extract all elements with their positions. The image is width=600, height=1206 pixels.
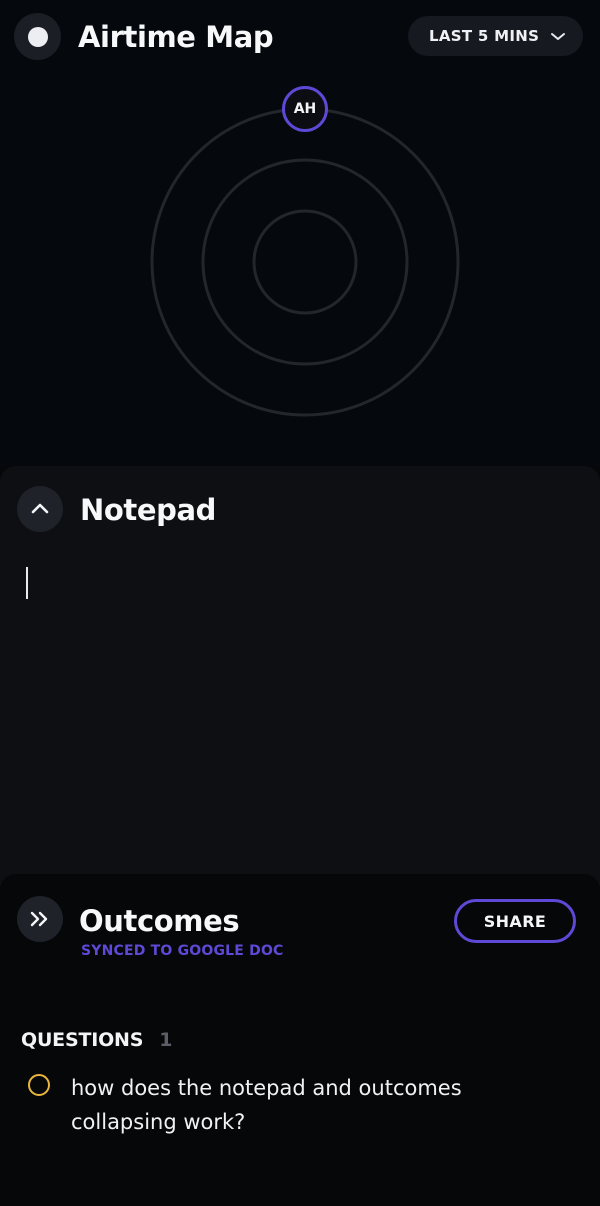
questions-count: 1 bbox=[159, 1029, 173, 1051]
outcomes-panel: Outcomes SYNCED TO GOOGLE DOC SHARE QUES… bbox=[0, 874, 600, 1206]
record-button[interactable] bbox=[14, 13, 61, 60]
outer-ring bbox=[150, 107, 460, 417]
record-icon bbox=[27, 26, 48, 47]
question-text: how does the notepad and outcomes collap… bbox=[71, 1076, 462, 1134]
inner-ring bbox=[252, 209, 358, 315]
questions-label: QUESTIONS bbox=[21, 1029, 144, 1051]
double-chevron-right-icon bbox=[30, 911, 48, 927]
notepad-panel: Notepad bbox=[0, 466, 600, 886]
time-range-dropdown[interactable]: LAST 5 MINS bbox=[408, 16, 583, 56]
middle-ring bbox=[201, 158, 409, 366]
notepad-title: Notepad bbox=[80, 493, 217, 527]
outcomes-title: Outcomes bbox=[79, 904, 240, 938]
share-button[interactable]: SHARE bbox=[454, 899, 576, 943]
airtime-map-title: Airtime Map bbox=[78, 20, 274, 54]
outcomes-expand-button[interactable] bbox=[17, 896, 63, 942]
text-cursor bbox=[26, 567, 28, 599]
airtime-rings bbox=[150, 107, 460, 417]
questions-heading: QUESTIONS 1 bbox=[21, 1029, 172, 1051]
chevron-up-icon bbox=[31, 503, 49, 514]
question-status-circle[interactable] bbox=[28, 1074, 50, 1096]
notepad-editor[interactable] bbox=[18, 560, 578, 860]
chevron-down-icon bbox=[551, 33, 565, 40]
sync-status-label: SYNCED TO GOOGLE DOC bbox=[81, 943, 284, 959]
notepad-collapse-button[interactable] bbox=[17, 486, 63, 532]
airtime-map-panel: Airtime Map LAST 5 MINS AH bbox=[0, 0, 600, 466]
time-range-label: LAST 5 MINS bbox=[429, 27, 540, 45]
participant-avatar[interactable]: AH bbox=[282, 86, 328, 132]
